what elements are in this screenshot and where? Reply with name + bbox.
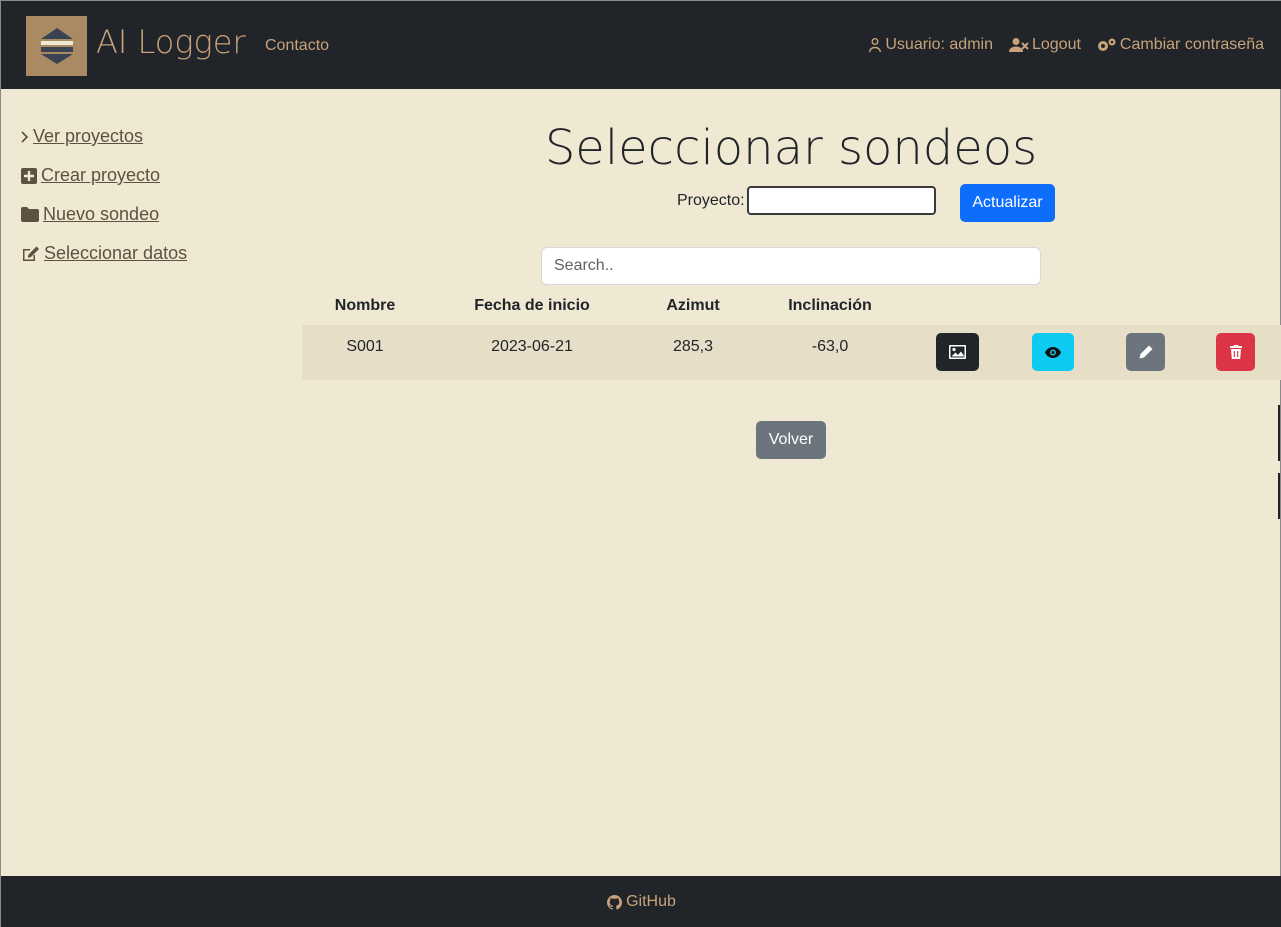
user-x-icon (1008, 38, 1029, 52)
sidebar: Ver proyectos Crear proyecto Nuevo sonde… (21, 117, 187, 273)
user-indicator[interactable]: Usuario: admin (868, 36, 993, 54)
view-details-button[interactable] (1032, 333, 1074, 371)
edit-icon (23, 246, 39, 261)
top-navbar: AI Logger Contacto Usuario: admin Logout (1, 1, 1281, 89)
user-icon (869, 38, 882, 52)
page-title: Seleccionar sondeos (544, 120, 1038, 176)
logo-icon (40, 28, 73, 64)
nav-contact-link[interactable]: Contacto (265, 37, 329, 55)
logout-label: Logout (1031, 36, 1081, 53)
sidebar-item-crear-proyecto[interactable]: Crear proyecto (21, 156, 187, 195)
cell-fecha: 2023-06-21 (491, 338, 573, 355)
search-input[interactable] (541, 247, 1041, 285)
project-label: Proyecto: (677, 192, 745, 209)
image-icon (949, 345, 966, 359)
sidebar-item-label: Crear proyecto (41, 165, 161, 185)
gears-icon (1097, 38, 1116, 51)
project-input[interactable] (747, 186, 936, 215)
user-label: Usuario: admin (885, 36, 993, 53)
sidebar-item-label: Nuevo sondeo (43, 204, 160, 224)
eye-icon (1045, 346, 1061, 358)
column-header-inclinacion[interactable]: Inclinación (788, 297, 872, 315)
view-images-button[interactable] (936, 333, 979, 371)
window-edge (1278, 473, 1280, 519)
brand-logo[interactable] (26, 16, 87, 76)
github-icon (607, 894, 623, 910)
github-link[interactable]: GitHub (626, 893, 676, 911)
brand-title[interactable]: AI Logger (96, 23, 246, 61)
edit-button[interactable] (1126, 333, 1165, 371)
sidebar-item-ver-proyectos[interactable]: Ver proyectos (21, 117, 187, 156)
trash-icon (1229, 345, 1242, 359)
cell-nombre: S001 (346, 338, 384, 355)
logout-link[interactable]: Logout (1008, 36, 1081, 54)
chevron-right-icon (21, 130, 29, 143)
pencil-icon (1139, 345, 1152, 359)
change-password-link[interactable]: Cambiar contraseña (1097, 36, 1264, 54)
sidebar-item-nuevo-sondeo[interactable]: Nuevo sondeo (21, 195, 187, 234)
plus-square-icon (21, 167, 37, 184)
footer: GitHub (1, 876, 1281, 927)
sidebar-item-seleccionar-datos[interactable]: Seleccionar datos (21, 234, 187, 273)
sidebar-item-label: Ver proyectos (33, 126, 144, 146)
update-button[interactable]: Actualizar (960, 184, 1055, 222)
window-edge (1278, 405, 1280, 461)
column-header-azimut[interactable]: Azimut (666, 297, 719, 315)
cell-inclinacion: -63,0 (811, 338, 849, 355)
column-header-fecha[interactable]: Fecha de inicio (474, 297, 590, 315)
nav-user-menu: Usuario: admin Logout Cambiar contraseña (868, 36, 1264, 54)
cell-azimut: 285,3 (672, 338, 714, 355)
folder-icon (21, 207, 39, 222)
back-button[interactable]: Volver (756, 421, 826, 459)
column-header-nombre[interactable]: Nombre (335, 297, 395, 315)
change-password-label: Cambiar contraseña (1119, 36, 1264, 53)
sidebar-item-label: Seleccionar datos (44, 243, 188, 263)
delete-button[interactable] (1216, 333, 1255, 371)
